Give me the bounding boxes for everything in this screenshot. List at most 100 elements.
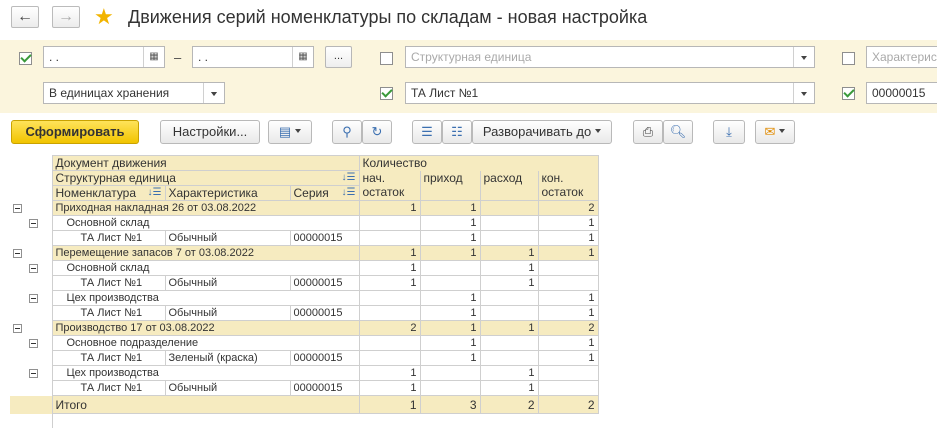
download-icon: ⤓ — [726, 124, 732, 139]
expand-groups-button[interactable]: ☷ — [442, 120, 472, 144]
header-start-line2: остаток — [362, 184, 405, 199]
table-row[interactable]: ТА Лист №1 Обычный 00000015 1 1 — [10, 230, 599, 246]
calendar-icon[interactable]: ▦ — [292, 47, 313, 67]
table-row[interactable]: ТА Лист №1 Зеленый (краска) 00000015 1 1 — [10, 350, 599, 366]
cell-start-balance — [358, 230, 421, 246]
cell-start-balance — [358, 215, 421, 231]
back-button[interactable]: ← — [11, 6, 39, 28]
preview-button[interactable]: 🔍︎ — [663, 120, 693, 144]
cell-income — [419, 260, 481, 276]
table-row[interactable]: Основной склад 1 1 — [10, 215, 599, 231]
cell-characteristic: Обычный — [164, 230, 291, 246]
characteristic-field[interactable]: Характеристика — [866, 46, 937, 68]
search-button[interactable]: ⚲ — [332, 120, 362, 144]
save-button[interactable]: ⤓ — [713, 120, 745, 144]
table-row[interactable]: Перемещение запасов 7 от 03.08.2022 1 1 1 1 — [10, 245, 599, 261]
table-row[interactable]: Цех производства 1 1 — [10, 290, 599, 306]
units-select[interactable]: В единицах хранения — [43, 82, 225, 104]
cell-series: 00000015 — [289, 230, 360, 246]
cell-characteristic: Обычный — [164, 275, 291, 291]
header-struct-unit[interactable]: Структурная единица ↓☰ — [51, 170, 360, 186]
cell-end-balance: 2 — [537, 320, 599, 336]
collapse-toggle-icon[interactable] — [13, 323, 22, 333]
sort-icon[interactable]: ↓☰ — [342, 187, 356, 200]
search-next-button[interactable]: ↻ — [362, 120, 392, 144]
print-preview-icon: 🔍︎ — [669, 124, 687, 139]
variants-button[interactable]: ▤ — [268, 120, 312, 144]
tree-gutter — [10, 230, 52, 246]
period-checkbox[interactable] — [19, 52, 32, 65]
window-title: Движения серий номенклатуры по складам -… — [128, 7, 648, 27]
struct-unit-field[interactable]: Структурная единица — [405, 46, 815, 68]
cell-expense: 1 — [479, 275, 539, 291]
cell-end-balance: 1 — [537, 245, 599, 261]
expand-to-dropdown[interactable]: Разворачивать до — [472, 120, 612, 144]
header-quantity: Количество — [358, 155, 599, 171]
generate-button[interactable]: Сформировать — [11, 120, 139, 144]
chevron-down-icon[interactable] — [203, 83, 224, 103]
cell-income — [419, 380, 481, 396]
table-row[interactable]: Приходная накладная 26 от 03.08.2022 1 1 2 — [10, 200, 599, 216]
table-row[interactable]: ТА Лист №1 Обычный 00000015 1 1 — [10, 380, 599, 396]
sort-icon[interactable]: ↓☰ — [148, 187, 162, 200]
cell-nomenclature: ТА Лист №1 — [51, 305, 166, 321]
header-nomenclature[interactable]: Номенклатура ↓☰ — [51, 185, 166, 201]
cell-expense — [479, 290, 539, 306]
settings-button[interactable]: Настройки... — [160, 120, 260, 144]
table-row[interactable]: Основное подразделение 1 1 — [10, 335, 599, 351]
cell-end-balance: 1 — [537, 290, 599, 306]
collapse-toggle-icon[interactable] — [13, 203, 22, 213]
table-row[interactable]: Производство 17 от 03.08.2022 2 1 1 2 — [10, 320, 599, 336]
collapse-toggle-icon[interactable] — [29, 293, 38, 303]
cell-expense — [479, 305, 539, 321]
series-field[interactable]: 00000015 — [866, 82, 937, 104]
collapse-toggle-icon[interactable] — [29, 218, 38, 228]
cell-income — [419, 365, 481, 381]
cell-start-balance: 1 — [358, 380, 421, 396]
cell-expense: 1 — [479, 365, 539, 381]
collapse-toggle-icon[interactable] — [29, 368, 38, 378]
cell-end-balance — [537, 275, 599, 291]
cell-income: 1 — [419, 305, 481, 321]
cell-nomenclature: ТА Лист №1 — [51, 230, 166, 246]
chevron-down-icon[interactable] — [793, 47, 814, 67]
units-value: В единицах хранения — [49, 86, 170, 100]
collapse-toggle-icon[interactable] — [29, 263, 38, 273]
cell-expense: 1 — [479, 380, 539, 396]
favorite-star-icon[interactable]: ★ — [94, 5, 114, 29]
sort-icon[interactable]: ↓☰ — [342, 172, 356, 185]
nomenclature-field[interactable]: ТА Лист №1 — [405, 82, 815, 104]
print-button[interactable]: ⎙ — [633, 120, 663, 144]
cell-income: 1 — [419, 245, 481, 261]
table-row[interactable]: ТА Лист №1 Обычный 00000015 1 1 — [10, 275, 599, 291]
header-series[interactable]: Серия ↓☰ — [289, 185, 360, 201]
nomenclature-checkbox[interactable] — [380, 87, 393, 100]
send-mail-button[interactable]: ✉ — [755, 120, 795, 144]
characteristic-checkbox[interactable] — [842, 52, 855, 65]
chevron-down-icon[interactable] — [793, 83, 814, 103]
forward-button[interactable]: → — [52, 6, 80, 28]
cell-start-balance — [358, 290, 421, 306]
header-characteristic: Характеристика — [164, 185, 291, 201]
cell-document: Производство 17 от 03.08.2022 — [51, 320, 360, 336]
calendar-icon[interactable]: ▦ — [143, 47, 164, 67]
tree-gutter — [10, 350, 52, 366]
period-to-field[interactable]: . . ▦ — [192, 46, 314, 68]
table-row[interactable]: Цех производства 1 1 — [10, 365, 599, 381]
report-variants-icon: ▤ — [278, 124, 292, 139]
series-checkbox[interactable] — [842, 87, 855, 100]
cell-start-balance: 1 — [358, 245, 421, 261]
struct-unit-checkbox[interactable] — [380, 52, 393, 65]
period-separator: – — [174, 50, 182, 65]
period-from-field[interactable]: . . ▦ — [43, 46, 165, 68]
table-row[interactable]: ТА Лист №1 Обычный 00000015 1 1 — [10, 305, 599, 321]
collapse-toggle-icon[interactable] — [13, 248, 22, 258]
tree-gutter — [10, 260, 52, 276]
header-struct-unit-label: Структурная единица — [55, 171, 176, 185]
collapse-groups-button[interactable]: ☰ — [412, 120, 442, 144]
cell-characteristic: Зеленый (краска) — [164, 350, 291, 366]
cell-struct-unit: Цех производства — [51, 365, 360, 381]
period-select-button[interactable]: ... — [325, 46, 352, 68]
collapse-toggle-icon[interactable] — [29, 338, 38, 348]
table-row[interactable]: Основной склад 1 1 — [10, 260, 599, 276]
